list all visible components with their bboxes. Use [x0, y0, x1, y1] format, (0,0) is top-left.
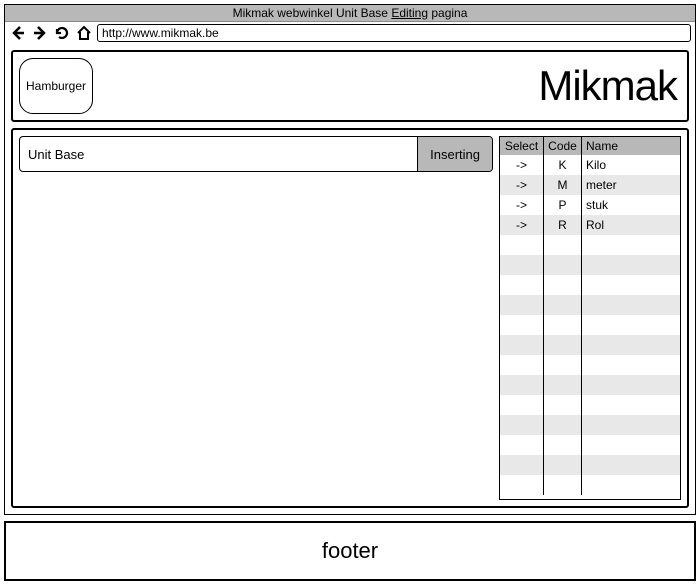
row-code-empty — [544, 355, 582, 375]
table-row-empty — [500, 415, 680, 435]
row-select-empty — [500, 335, 544, 355]
reload-icon[interactable] — [53, 24, 71, 42]
entity-name: Unit Base — [20, 137, 417, 171]
row-select-empty — [500, 415, 544, 435]
content-area: Unit Base Inserting Select Code Name ->K… — [11, 128, 689, 508]
col-header-code: Code — [544, 137, 582, 155]
table-row[interactable]: ->Mmeter — [500, 175, 680, 195]
row-name: stuk — [582, 195, 680, 215]
row-code-empty — [544, 475, 582, 495]
row-code-empty — [544, 375, 582, 395]
brand-title: Mikmak — [538, 62, 677, 110]
table-row-empty — [500, 335, 680, 355]
row-select-empty — [500, 255, 544, 275]
row-select-empty — [500, 315, 544, 335]
table-header: Select Code Name — [500, 137, 680, 155]
table-row-empty — [500, 235, 680, 255]
page-header: Hamburger Mikmak — [11, 50, 689, 122]
table-row-empty — [500, 435, 680, 455]
row-code-empty — [544, 335, 582, 355]
row-select-arrow[interactable]: -> — [500, 175, 544, 195]
row-name: Kilo — [582, 155, 680, 175]
row-select-empty — [500, 355, 544, 375]
data-table: Select Code Name ->KKilo->Mmeter->Pstuk-… — [499, 136, 681, 500]
row-select-arrow[interactable]: -> — [500, 215, 544, 235]
row-name-empty — [582, 315, 680, 335]
browser-frame: Mikmak webwinkel Unit Base Editing pagin… — [4, 4, 696, 515]
row-name-empty — [582, 395, 680, 415]
entity-bar: Unit Base Inserting — [19, 136, 493, 172]
row-code-empty — [544, 235, 582, 255]
table-row-empty — [500, 275, 680, 295]
row-code: K — [544, 155, 582, 175]
row-code-empty — [544, 295, 582, 315]
url-input[interactable] — [97, 24, 691, 42]
table-row[interactable]: ->KKilo — [500, 155, 680, 175]
window-title: Mikmak webwinkel Unit Base Editing pagin… — [5, 5, 695, 22]
table-row-empty — [500, 395, 680, 415]
hamburger-label: Hamburger — [26, 79, 86, 93]
row-select-arrow[interactable]: -> — [500, 155, 544, 175]
title-link[interactable]: Editing — [391, 6, 428, 20]
nav-bar — [5, 22, 695, 44]
row-name-empty — [582, 415, 680, 435]
title-prefix: Mikmak webwinkel Unit Base — [233, 6, 392, 20]
row-code-empty — [544, 435, 582, 455]
col-header-select: Select — [500, 137, 544, 155]
table-row-empty — [500, 315, 680, 335]
title-suffix: pagina — [428, 6, 467, 20]
row-code: P — [544, 195, 582, 215]
row-select-empty — [500, 395, 544, 415]
col-header-name: Name — [582, 137, 680, 155]
table-row-empty — [500, 355, 680, 375]
row-code-empty — [544, 415, 582, 435]
row-name-empty — [582, 235, 680, 255]
row-select-empty — [500, 475, 544, 495]
row-code: M — [544, 175, 582, 195]
row-name-empty — [582, 255, 680, 275]
row-name: Rol — [582, 215, 680, 235]
row-name-empty — [582, 475, 680, 495]
row-name-empty — [582, 455, 680, 475]
entity-status: Inserting — [417, 137, 492, 171]
left-pane: Unit Base Inserting — [19, 136, 493, 500]
hamburger-button[interactable]: Hamburger — [19, 58, 93, 114]
row-code-empty — [544, 255, 582, 275]
row-name-empty — [582, 335, 680, 355]
row-code-empty — [544, 455, 582, 475]
row-select-empty — [500, 275, 544, 295]
row-name-empty — [582, 275, 680, 295]
row-name-empty — [582, 295, 680, 315]
forward-icon[interactable] — [31, 24, 49, 42]
row-code-empty — [544, 315, 582, 335]
row-select-arrow[interactable]: -> — [500, 195, 544, 215]
footer-label: footer — [322, 538, 378, 564]
table-row[interactable]: ->Pstuk — [500, 195, 680, 215]
row-select-empty — [500, 375, 544, 395]
row-select-empty — [500, 235, 544, 255]
page-footer: footer — [4, 521, 696, 581]
home-icon[interactable] — [75, 24, 93, 42]
row-code-empty — [544, 275, 582, 295]
row-code-empty — [544, 395, 582, 415]
page-body: Hamburger Mikmak Unit Base Inserting Sel… — [5, 44, 695, 514]
table-row-empty — [500, 295, 680, 315]
row-select-empty — [500, 295, 544, 315]
row-name-empty — [582, 355, 680, 375]
row-name: meter — [582, 175, 680, 195]
row-name-empty — [582, 375, 680, 395]
row-select-empty — [500, 455, 544, 475]
table-body: ->KKilo->Mmeter->Pstuk->RRol — [500, 155, 680, 499]
row-select-empty — [500, 435, 544, 455]
row-code: R — [544, 215, 582, 235]
row-name-empty — [582, 435, 680, 455]
table-row-empty — [500, 255, 680, 275]
back-icon[interactable] — [9, 24, 27, 42]
table-row[interactable]: ->RRol — [500, 215, 680, 235]
table-row-empty — [500, 475, 680, 495]
table-row-empty — [500, 375, 680, 395]
table-row-empty — [500, 455, 680, 475]
